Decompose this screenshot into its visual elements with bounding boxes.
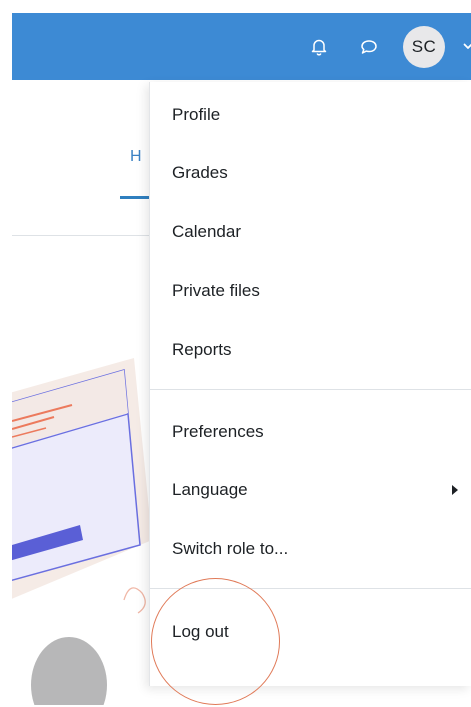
top-navbar: SC <box>12 13 471 80</box>
menu-item-reports[interactable]: Reports <box>150 324 471 376</box>
active-tab-indicator <box>120 196 150 199</box>
menu-item-label: Language <box>172 480 248 499</box>
menu-item-log-out[interactable]: Log out <box>150 606 471 658</box>
chevron-down-icon[interactable] <box>462 40 471 52</box>
menu-item-language[interactable]: Language <box>150 464 471 516</box>
menu-divider <box>150 588 471 589</box>
menu-item-label: Log out <box>172 622 229 641</box>
user-avatar[interactable]: SC <box>403 26 445 68</box>
menu-item-private-files[interactable]: Private files <box>150 265 471 317</box>
chat-bubble-icon[interactable] <box>359 37 379 57</box>
menu-item-calendar[interactable]: Calendar <box>150 206 471 258</box>
caret-right-icon <box>452 485 458 495</box>
menu-item-label: Private files <box>172 281 260 300</box>
menu-item-switch-role[interactable]: Switch role to... <box>150 523 471 575</box>
user-dropdown-menu: Profile Grades Calendar Private files Re… <box>149 82 471 686</box>
menu-item-profile[interactable]: Profile <box>150 89 471 141</box>
menu-item-label: Preferences <box>172 422 264 441</box>
menu-item-label: Calendar <box>172 222 241 241</box>
dashboard-illustration <box>12 358 152 705</box>
page-divider <box>12 235 152 236</box>
menu-divider <box>150 389 471 390</box>
menu-item-grades[interactable]: Grades <box>150 147 471 199</box>
tab-home-partial[interactable]: H <box>130 148 142 166</box>
menu-item-label: Grades <box>172 163 228 182</box>
menu-item-label: Switch role to... <box>172 539 289 558</box>
menu-item-label: Profile <box>172 105 221 124</box>
menu-item-label: Reports <box>172 340 232 359</box>
menu-item-preferences[interactable]: Preferences <box>150 406 471 458</box>
bell-icon[interactable] <box>309 37 329 57</box>
